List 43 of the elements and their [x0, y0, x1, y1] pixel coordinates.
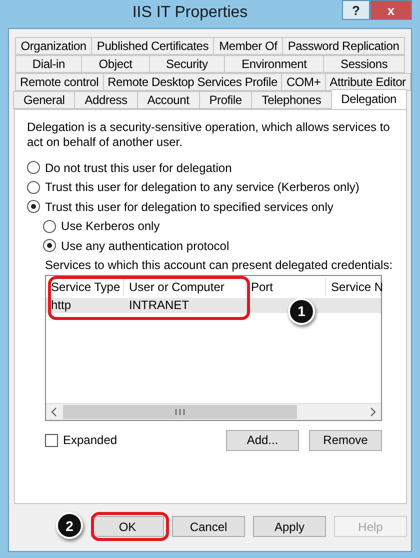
- table-cell-text: http: [50, 298, 72, 312]
- tab[interactable]: Published Certificates: [91, 37, 214, 55]
- tab[interactable]: Security: [148, 55, 226, 73]
- close-button[interactable]: x: [370, 0, 412, 20]
- tab[interactable]: Environment: [224, 55, 324, 73]
- radio-label: Use any authentication protocol: [61, 238, 230, 253]
- checkbox-label: Expanded: [63, 433, 118, 447]
- radio-label: Trust this user for delegation to any service (Kerberos only): [45, 180, 360, 194]
- column-header[interactable]: Service Type: [46, 278, 124, 296]
- column-header[interactable]: Service N: [326, 278, 381, 296]
- dialog-button[interactable]: OK: [91, 516, 164, 537]
- tab[interactable]: COM+: [281, 73, 326, 91]
- tab[interactable]: Password Replication: [282, 37, 405, 55]
- description-text: Delegation is a security-sensitive operation, which allows services to act on behalf of another user.: [27, 120, 391, 150]
- dialog-button[interactable]: Apply: [253, 516, 326, 537]
- step-badge: 1: [288, 298, 315, 324]
- tab[interactable]: Member Of: [213, 37, 284, 55]
- dialog-button[interactable]: Cancel: [172, 516, 245, 537]
- radio-label: Trust this user for delegation to specified services only: [45, 200, 334, 214]
- step-badge: 2: [56, 512, 83, 539]
- tab[interactable]: Organization: [15, 37, 92, 55]
- remove-button[interactable]: Remove: [309, 430, 382, 450]
- tab[interactable]: Account: [136, 91, 200, 109]
- tab[interactable]: Sessions: [323, 55, 406, 73]
- services-list[interactable]: Service Type User or Computer Port Service N http INTRANET 1: [45, 274, 382, 420]
- tab[interactable]: General: [13, 91, 76, 109]
- radio-label: Do not trust this user for delegation: [45, 160, 232, 175]
- list-label: Services to which this account can present delegated credentials:: [44, 258, 394, 272]
- radio-label: Use Kerberos only: [61, 219, 160, 234]
- table-cell-text: INTRANET: [128, 298, 190, 312]
- tab[interactable]: Object: [81, 55, 150, 73]
- tab[interactable]: Address: [74, 91, 138, 109]
- help-button[interactable]: ?: [342, 0, 370, 20]
- window-title: IIS IT Properties: [131, 3, 249, 23]
- column-header[interactable]: Port: [246, 278, 326, 296]
- tab[interactable]: Remote control: [15, 73, 104, 91]
- add-button[interactable]: Add...: [226, 430, 299, 450]
- tab[interactable]: Telephones: [251, 91, 332, 109]
- column-header[interactable]: User or Computer: [124, 278, 246, 296]
- tab[interactable]: Delegation: [330, 89, 408, 109]
- tab[interactable]: Remote Desktop Services Profile: [102, 73, 282, 91]
- tab[interactable]: Profile: [198, 91, 252, 109]
- tab[interactable]: Dial-in: [15, 55, 82, 73]
